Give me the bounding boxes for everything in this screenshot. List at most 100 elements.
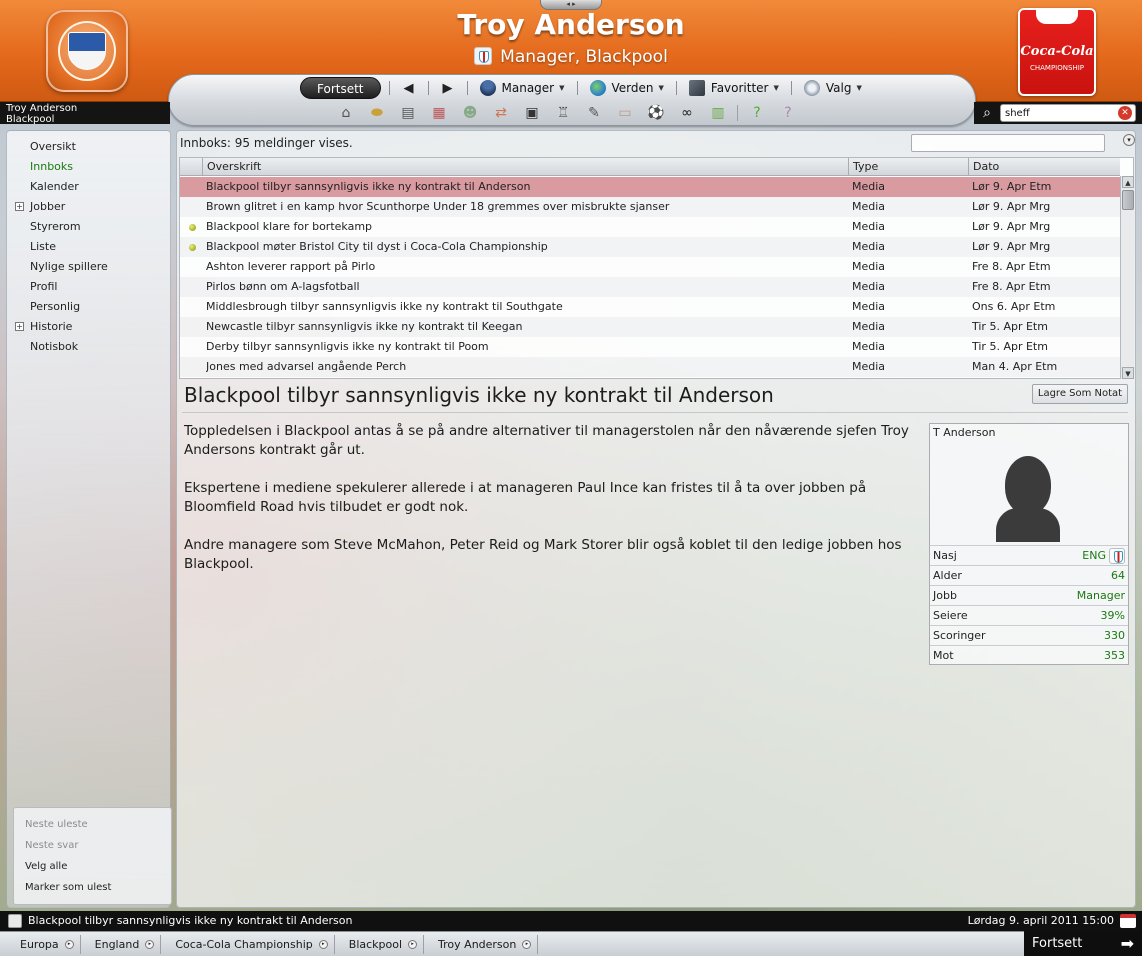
scroll-up-icon[interactable]: ▲ [1122, 176, 1134, 188]
help-icon[interactable]: ? [745, 103, 769, 123]
sidebar-item-9[interactable]: + Historie [7, 317, 170, 337]
message-scrollbar[interactable]: ▲ ▼ [1120, 176, 1134, 379]
table-row[interactable]: Middlesbrough tilbyr sannsynligvis ikke … [180, 297, 1120, 317]
scout-icon[interactable]: ✎ [582, 103, 606, 123]
sidebar-item-0[interactable]: Oversikt [7, 137, 170, 157]
search-icon[interactable]: ⌕ [978, 104, 996, 122]
menu-favoritter[interactable]: Favoritter ▼ [685, 80, 783, 96]
search-input[interactable] [1000, 104, 1136, 122]
calendar-icon[interactable]: ▦ [427, 103, 451, 123]
breadcrumb-item[interactable]: Coca-Cola Championship ▸ [161, 934, 335, 954]
page-subtitle: Manager, Blackpool [0, 47, 1142, 67]
breadcrumb-item[interactable]: England ▸ [81, 934, 162, 954]
cell-date: Fre 8. Apr Etm [972, 260, 1051, 273]
squad-icon[interactable]: ☻ [458, 103, 482, 123]
finances-icon[interactable]: ▥ [706, 103, 730, 123]
transfers-icon[interactable]: ⇄ [489, 103, 513, 123]
breadcrumb-menu-icon[interactable]: ▸ [145, 939, 155, 949]
profile-card[interactable]: T Anderson Nasj ENG Alder 64 Jobb Manage… [929, 423, 1129, 665]
manager-icon [479, 80, 496, 96]
profile-label: Jobb [933, 589, 957, 602]
message-paragraph: Andre managere som Steve McMahon, Peter … [184, 537, 902, 572]
column-header-type[interactable]: Type [848, 158, 968, 176]
calendar-icon[interactable] [1120, 914, 1136, 928]
cell-subject: Brown glitret i en kamp hvor Scunthorpe … [206, 200, 670, 213]
table-row[interactable]: Newcastle tilbyr sannsynligvis ikke ny k… [180, 317, 1120, 337]
inbox-action-1[interactable]: Neste svar [14, 835, 171, 856]
continue-pill-button[interactable]: Fortsett [300, 77, 381, 99]
table-row[interactable]: Brown glitret i en kamp hvor Scunthorpe … [180, 197, 1120, 217]
scroll-thumb[interactable] [1122, 190, 1134, 210]
cell-type: Media [852, 340, 886, 353]
tactics-icon[interactable]: ▣ [520, 103, 544, 123]
home-icon[interactable]: ⌂ [334, 103, 358, 123]
arrow-left-icon[interactable]: ◀ [398, 81, 420, 96]
inbox-count: Innboks: 95 meldinger vises. [180, 136, 353, 150]
caret-down-icon: ▼ [658, 84, 664, 92]
sidebar-item-1[interactable]: Innboks [7, 157, 170, 177]
menu-valg[interactable]: Valg ▼ [800, 80, 866, 96]
save-as-note-button[interactable]: Lagre Som Notat [1032, 384, 1128, 404]
inbox-action-0[interactable]: Neste uleste [14, 814, 171, 835]
news-icon[interactable]: ▤ [396, 103, 420, 123]
menu-verden-label: Verden [611, 81, 654, 95]
sidebar-item-10[interactable]: Notisbok [7, 337, 170, 357]
sidebar-item-6[interactable]: Nylige spillere [7, 257, 170, 277]
question-icon[interactable]: ? [776, 103, 800, 123]
sidebar-item-3[interactable]: + Jobber [7, 197, 170, 217]
notes-icon[interactable]: ▭ [613, 103, 637, 123]
expand-plus-icon[interactable]: + [15, 202, 24, 211]
menu-manager[interactable]: Manager ▼ [476, 80, 569, 96]
nav-separator [466, 81, 468, 95]
club-icon[interactable]: ⬬ [365, 103, 389, 123]
scroll-down-icon[interactable]: ▼ [1122, 367, 1134, 379]
menu-verden[interactable]: Verden ▼ [586, 80, 668, 96]
league-logo[interactable]: Coca-Cola CHAMPIONSHIP [1018, 8, 1096, 96]
sidebar-item-5[interactable]: Liste [7, 237, 170, 257]
profile-value: 64 [1111, 569, 1125, 582]
table-row[interactable]: Jones med advarsel angående Perch Media Ma… [180, 357, 1120, 377]
breadcrumb-menu-icon[interactable]: ▸ [318, 939, 328, 949]
panel-options-icon[interactable]: ▾ [1123, 134, 1135, 146]
cell-type: Media [852, 240, 886, 253]
column-header-date[interactable]: Dato [968, 158, 1120, 176]
sidebar-item-8[interactable]: Personlig [7, 297, 170, 317]
table-row[interactable]: Pirlos bønn om A-lagsfotball Media Fre 8. … [180, 277, 1120, 297]
table-row[interactable]: Blackpool møter Bristol City til dyst i … [180, 237, 1120, 257]
trophy-icon[interactable]: ♖ [551, 103, 575, 123]
expand-plus-icon[interactable]: + [15, 322, 24, 331]
inbox-action-2[interactable]: Velg alle [14, 856, 171, 877]
cell-type: Media [852, 280, 886, 293]
arrow-right-icon[interactable]: ▶ [437, 81, 459, 96]
breadcrumb-item[interactable]: Blackpool ▸ [335, 934, 425, 954]
profile-row-against: Mot 353 [930, 645, 1128, 665]
profile-row-job: Jobb Manager [930, 585, 1128, 605]
breadcrumb-menu-icon[interactable]: ▸ [64, 939, 74, 949]
table-row[interactable]: Blackpool klare for bortekamp Media Lør 9.… [180, 217, 1120, 237]
sidebar-item-7[interactable]: Profil [7, 277, 170, 297]
inbox-action-3[interactable]: Marker som ulest [14, 877, 171, 898]
favorites-icon [688, 80, 705, 96]
unread-dot-icon [189, 244, 196, 251]
breadcrumb-label: Blackpool [348, 937, 403, 951]
table-row[interactable]: Blackpool tilbyr sannsynligvis ikke ny k… [180, 177, 1120, 197]
column-header-subject[interactable]: Overskrift [202, 158, 848, 176]
sidebar-item-4[interactable]: Styrerom [7, 217, 170, 237]
cell-date: Lør 9. Apr Mrg [972, 200, 1051, 213]
breadcrumb-menu-icon[interactable]: ▸ [408, 939, 418, 949]
cell-date: Lør 9. Apr Mrg [972, 240, 1051, 253]
status-news-text[interactable]: Blackpool tilbyr sannsynligvis ikke ny k… [28, 911, 352, 931]
breadcrumb-menu-icon[interactable]: ▸ [522, 939, 532, 949]
match-icon[interactable]: ⚽ [644, 103, 668, 123]
profile-value: 39% [1100, 609, 1125, 622]
sidebar-item-2[interactable]: Kalender [7, 177, 170, 197]
binoculars-icon[interactable]: ∞ [675, 103, 699, 123]
clear-search-icon[interactable]: ✕ [1118, 106, 1132, 120]
filter-input[interactable] [911, 134, 1105, 152]
table-row[interactable]: Ashton leverer rapport på Pirlo Media Fre … [180, 257, 1120, 277]
continue-button[interactable]: Fortsett ➡ [1024, 931, 1142, 956]
cell-subject: Middlesbrough tilbyr sannsynligvis ikke … [206, 300, 563, 313]
table-row[interactable]: Derby tilbyr sannsynligvis ikke ny kontr… [180, 337, 1120, 357]
breadcrumb-item[interactable]: Troy Anderson ▸ [424, 934, 539, 954]
breadcrumb-item[interactable]: Europa ▸ [6, 934, 81, 954]
